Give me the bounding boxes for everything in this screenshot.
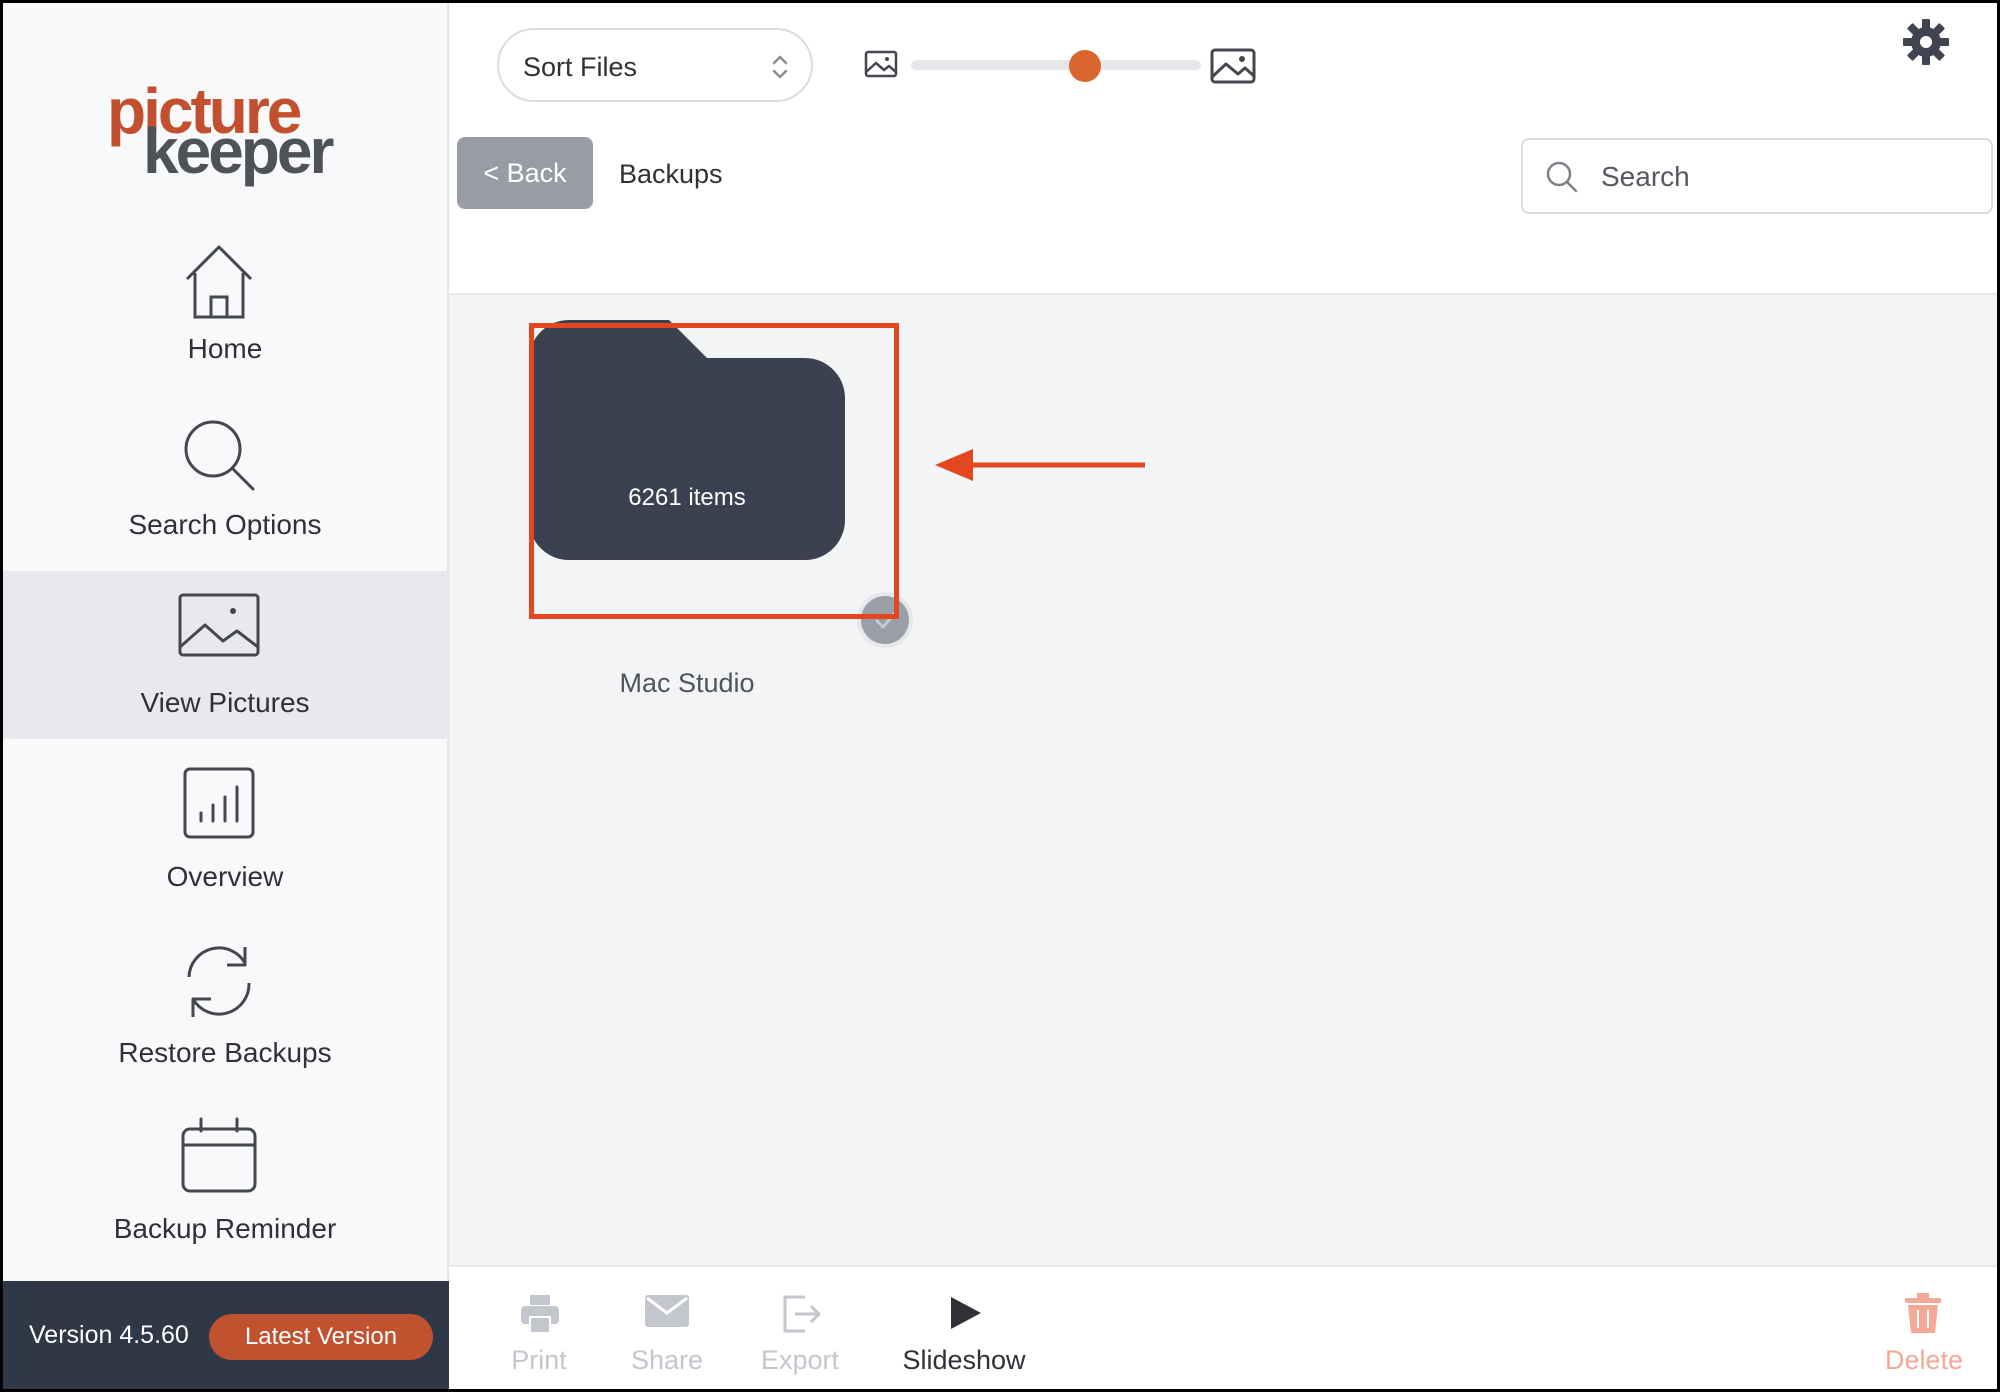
refresh-icon [187,946,251,1017]
file-browser-area: 6261 items Mac Studio [449,295,1997,1265]
sort-files-label: Sort Files [523,52,638,82]
main-panel: Sort Files < Back Backups Search 6261 it… [449,3,1997,1389]
search-icon [1546,161,1578,193]
mail-icon [645,1295,689,1327]
logo-line-2: keeper [143,115,334,187]
trash-icon [1905,1293,1941,1333]
version-footer: Version 4.5.60 Latest Version [3,1281,449,1389]
annotation-arrow-icon [935,449,1145,481]
delete-label: Delete [1884,1345,1964,1375]
folder-name: Mac Studio [619,668,755,698]
updown-chevron-icon [772,55,788,79]
export-label: Export [760,1345,840,1375]
sidebar-item-label: Home [187,333,263,364]
thumbnail-size-slider-thumb[interactable] [1069,50,1101,82]
back-button[interactable]: < Back [457,137,593,209]
search-icon [184,420,255,491]
version-label: Version 4.5.60 [29,1321,189,1349]
printer-icon [521,1295,559,1334]
breadcrumb-backups[interactable]: Backups [619,159,723,190]
top-toolbar: Sort Files < Back Backups Search [449,3,1997,295]
small-thumbnail-icon[interactable] [864,49,898,79]
calendar-icon [181,1117,257,1193]
sidebar-item-label: Backup Reminder [113,1213,337,1244]
sidebar-item-view-pictures[interactable]: View Pictures [3,571,447,739]
print-label: Print [511,1345,567,1375]
large-thumbnail-icon[interactable] [1210,47,1256,85]
sidebar-item-label: Overview [166,861,284,892]
search-input[interactable] [1599,154,1973,200]
share-label: Share [630,1345,704,1375]
export-icon [783,1295,821,1333]
sidebar-item-label: View Pictures [140,687,310,718]
sidebar-item-label: Search Options [128,509,322,540]
annotation-highlight-box [529,323,899,619]
chart-icon [183,767,255,839]
slideshow-button[interactable]: Slideshow [889,1267,1039,1389]
sidebar-item-label: Restore Backups [118,1037,332,1068]
home-icon [185,245,253,319]
export-button[interactable]: Export [745,1267,855,1389]
sidebar-item-overview[interactable]: Overview [3,763,447,931]
delete-button[interactable]: Delete [1869,1267,1979,1389]
search-field[interactable] [1521,138,1993,214]
thumbnail-size-slider[interactable] [911,60,1201,70]
action-bar: Print Share Export Slideshow Delete [449,1265,1997,1389]
share-button[interactable]: Share [617,1267,717,1389]
app-window: picture keeper Home Search Options View … [3,3,1997,1389]
sidebar-item-backup-reminder[interactable]: Backup Reminder [3,1115,447,1283]
sidebar: picture keeper Home Search Options View … [3,3,449,1389]
sidebar-item-home[interactable]: Home [3,235,447,403]
play-icon [951,1297,981,1329]
picturekeeper-logo: picture keeper [107,79,347,189]
image-icon [178,593,260,657]
sidebar-item-restore-backups[interactable]: Restore Backups [3,939,447,1107]
settings-gear-icon[interactable] [1901,17,1951,67]
print-button[interactable]: Print [489,1267,589,1389]
sort-files-select[interactable]: Sort Files [497,28,813,102]
latest-version-badge: Latest Version [209,1314,433,1360]
sidebar-item-search-options[interactable]: Search Options [3,411,447,579]
slideshow-label: Slideshow [902,1345,1026,1375]
